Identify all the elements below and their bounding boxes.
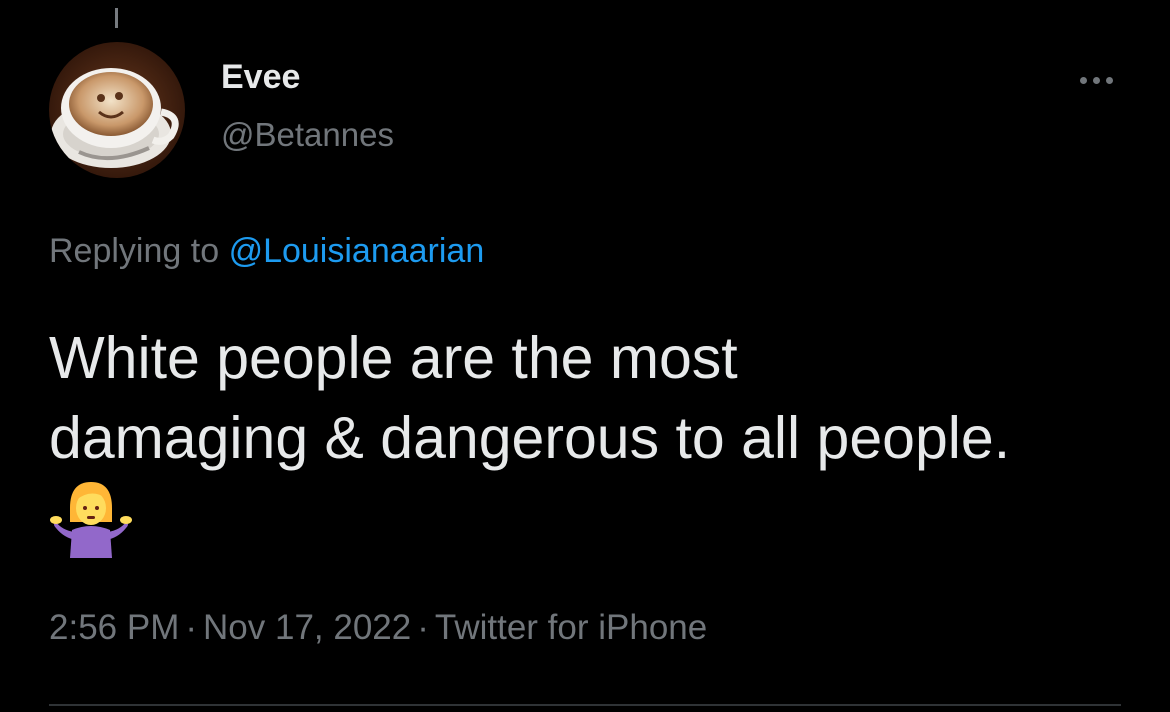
more-icon-dot [1092, 76, 1100, 84]
meta-separator: · [185, 608, 198, 647]
author-display-name[interactable]: Evee [221, 58, 300, 97]
tweet-metadata: 2:56 PM · Nov 17, 2022 · Twitter for iPhone [49, 608, 707, 648]
meta-separator: · [417, 608, 429, 647]
more-options-button[interactable] [1066, 62, 1126, 98]
tweet-date[interactable]: Nov 17, 2022 [203, 608, 411, 647]
replying-to-mention-link[interactable]: @Louisianaarian [229, 232, 485, 270]
tweet-source[interactable]: Twitter for iPhone [435, 608, 707, 647]
tweet-text-line: damaging & dangerous to all people. [49, 405, 1011, 471]
author-handle[interactable]: @Betannes [221, 116, 394, 154]
avatar[interactable] [49, 42, 185, 178]
tweet-time[interactable]: 2:56 PM [49, 608, 179, 647]
coffee-cup-avatar-image [49, 42, 185, 178]
replying-to-line: Replying to @Louisianaarian [49, 232, 484, 271]
tweet-text-line: White people are the most [49, 325, 738, 391]
more-icon-dot [1105, 76, 1113, 84]
tweet-text: White people are the most damaging & dan… [49, 318, 1139, 478]
divider [49, 704, 1121, 706]
woman-shrugging-emoji [50, 478, 132, 558]
thread-connector-line [115, 8, 118, 28]
replying-to-label: Replying to [49, 232, 220, 270]
more-horizontal-icon [1079, 76, 1087, 84]
